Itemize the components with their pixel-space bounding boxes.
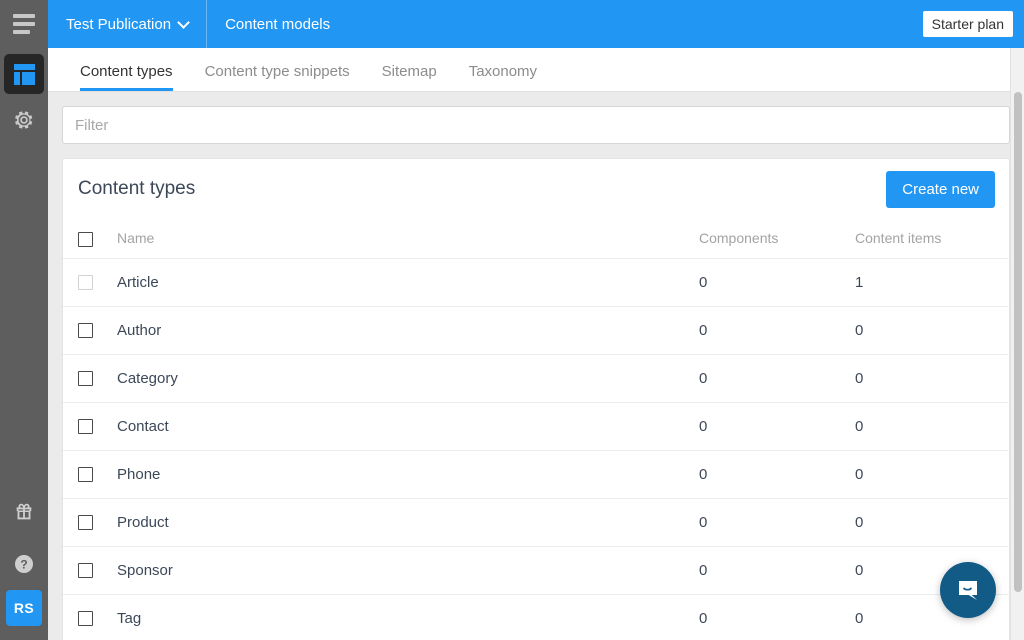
question-circle-icon: ? — [12, 552, 36, 576]
table-row[interactable]: Sponsor 0 0 — [63, 546, 1011, 594]
chat-launcher-button[interactable] — [940, 562, 996, 618]
table-row[interactable]: Category 0 0 — [63, 354, 1011, 402]
table-body: Article 0 1 Author 0 0 — [63, 258, 1011, 640]
left-sidebar: ? RS — [0, 0, 48, 640]
plan-badge[interactable]: Starter plan — [923, 11, 1013, 37]
table-row[interactable]: Phone 0 0 — [63, 450, 1011, 498]
select-all-checkbox[interactable] — [78, 232, 93, 247]
card-header: Content types Create new — [63, 159, 1009, 219]
row-checkbox-cell — [63, 354, 117, 402]
sidebar-item-content-models[interactable] — [4, 54, 44, 94]
column-header-content-items[interactable]: Content items — [855, 219, 1011, 258]
row-content-items: 0 — [855, 450, 1011, 498]
row-name: Contact — [117, 402, 699, 450]
row-name: Article — [117, 258, 699, 306]
table-row[interactable]: Tag 0 0 — [63, 594, 1011, 640]
table-header-row: Name Components Content items — [63, 219, 1011, 258]
row-components: 0 — [699, 546, 855, 594]
row-name: Author — [117, 306, 699, 354]
table-row[interactable]: Author 0 0 — [63, 306, 1011, 354]
row-content-items: 0 — [855, 306, 1011, 354]
page-scrollbar[interactable] — [1010, 48, 1024, 640]
nav-content-models-label: Content models — [225, 16, 330, 33]
row-checkbox — [78, 275, 93, 290]
row-checkbox-cell — [63, 402, 117, 450]
tab-content-types[interactable]: Content types — [64, 63, 189, 91]
row-content-items: 1 — [855, 258, 1011, 306]
tab-taxonomy[interactable]: Taxonomy — [453, 63, 553, 91]
row-checkbox[interactable] — [78, 611, 93, 626]
sidebar-item-whats-new[interactable] — [0, 486, 48, 538]
row-name: Tag — [117, 594, 699, 640]
row-checkbox-cell — [63, 258, 117, 306]
main-content: Content types Create new Name Components… — [48, 92, 1024, 640]
row-checkbox[interactable] — [78, 419, 93, 434]
hamburger-bar — [13, 30, 30, 34]
project-name: Test Publication — [66, 16, 171, 33]
table-row[interactable]: Article 0 1 — [63, 258, 1011, 306]
gear-icon — [12, 108, 36, 132]
row-content-items: 0 — [855, 498, 1011, 546]
app-root: ? RS Test Publication Content models Sta… — [0, 0, 1024, 640]
sidebar-item-settings[interactable] — [0, 94, 48, 146]
row-components: 0 — [699, 402, 855, 450]
hamburger-bar — [13, 22, 35, 26]
row-name: Category — [117, 354, 699, 402]
gift-icon — [13, 501, 35, 523]
column-header-name[interactable]: Name — [117, 219, 699, 258]
chevron-down-icon — [177, 16, 190, 29]
filter-input[interactable] — [62, 106, 1010, 144]
content-types-table: Name Components Content items Article 0 … — [63, 219, 1011, 640]
row-components: 0 — [699, 354, 855, 402]
page-title: Content types — [78, 178, 195, 200]
row-components: 0 — [699, 258, 855, 306]
row-checkbox-cell — [63, 498, 117, 546]
scrollbar-thumb[interactable] — [1014, 92, 1022, 592]
row-checkbox[interactable] — [78, 323, 93, 338]
nav-content-models[interactable]: Content models — [207, 0, 348, 48]
row-checkbox[interactable] — [78, 371, 93, 386]
row-components: 0 — [699, 498, 855, 546]
row-checkbox[interactable] — [78, 467, 93, 482]
hamburger-menu-button[interactable] — [0, 0, 48, 48]
row-name: Phone — [117, 450, 699, 498]
create-new-button[interactable]: Create new — [886, 171, 995, 208]
svg-text:?: ? — [20, 558, 27, 572]
tab-sitemap[interactable]: Sitemap — [366, 63, 453, 91]
hamburger-bar — [13, 14, 35, 18]
row-content-items: 0 — [855, 354, 1011, 402]
row-checkbox-cell — [63, 546, 117, 594]
project-selector[interactable]: Test Publication — [48, 0, 206, 48]
row-checkbox[interactable] — [78, 563, 93, 578]
avatar-initials: RS — [14, 600, 34, 616]
tab-content-type-snippets[interactable]: Content type snippets — [189, 63, 366, 91]
row-checkbox-cell — [63, 306, 117, 354]
row-checkbox-cell — [63, 594, 117, 640]
row-components: 0 — [699, 450, 855, 498]
avatar[interactable]: RS — [6, 590, 42, 626]
row-name: Sponsor — [117, 546, 699, 594]
table-row[interactable]: Contact 0 0 — [63, 402, 1011, 450]
content-types-card: Content types Create new Name Components… — [62, 158, 1010, 640]
tab-bar: Content types Content type snippets Site… — [48, 48, 1024, 92]
row-name: Product — [117, 498, 699, 546]
row-components: 0 — [699, 306, 855, 354]
row-components: 0 — [699, 594, 855, 640]
table-row[interactable]: Product 0 0 — [63, 498, 1011, 546]
column-header-components[interactable]: Components — [699, 219, 855, 258]
table-header: Name Components Content items — [63, 219, 1011, 258]
dashboard-icon — [14, 64, 35, 85]
row-checkbox-cell — [63, 450, 117, 498]
top-bar: Test Publication Content models Starter … — [48, 0, 1024, 48]
row-checkbox[interactable] — [78, 515, 93, 530]
row-content-items: 0 — [855, 402, 1011, 450]
sidebar-item-help[interactable]: ? — [0, 538, 48, 590]
chat-bubble-icon — [954, 576, 982, 604]
select-all-header — [63, 219, 117, 258]
